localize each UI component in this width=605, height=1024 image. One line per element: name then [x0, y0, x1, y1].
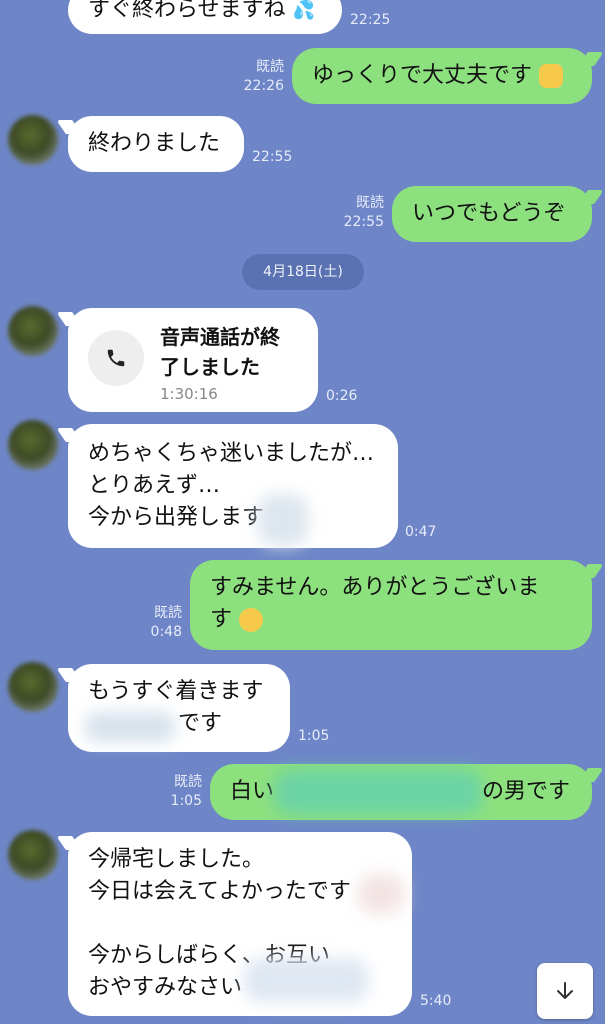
message-bubble-outgoing[interactable]: いつでもどうぞ: [392, 186, 592, 242]
read-receipt: 既読 22:55: [343, 195, 384, 230]
read-receipt: 既読 22:26: [243, 59, 284, 94]
message-bubble-incoming[interactable]: もうすぐ着きます です: [68, 664, 290, 752]
read-receipt: 既読 1:05: [170, 774, 202, 809]
call-title: 音声通話が終 了しました: [160, 325, 280, 379]
redacted-blur: [358, 874, 404, 914]
message-bubble-incoming[interactable]: すぐ終わらせますね 💦: [68, 0, 342, 34]
message-bubble-outgoing[interactable]: すみません。ありがとうございま す: [190, 560, 592, 650]
read-receipt: 既読 0:48: [150, 605, 182, 640]
redacted-blur: [84, 712, 176, 742]
message-text: いつでもどうぞ: [412, 201, 566, 226]
message-bubble-outgoing[interactable]: 白い の男です: [210, 764, 592, 820]
message-text: 終わりました: [88, 131, 221, 156]
message-text: すみません。ありがとうございま: [210, 575, 540, 600]
phone-icon: [88, 330, 144, 386]
ok-hand-emoji: [539, 64, 564, 88]
message-text: 白い: [230, 779, 275, 804]
date-separator: 4月18日(土): [242, 254, 364, 290]
scroll-to-bottom-button[interactable]: [537, 963, 593, 1019]
redacted-blur: [274, 770, 482, 814]
message-text: 今日は会えてよかったです: [88, 879, 351, 904]
message-bubble-incoming[interactable]: めちゃくちゃ迷いましたが… とりあえず… 今から出発します: [68, 424, 398, 548]
arrow-down-icon: [557, 982, 573, 999]
message-text: とりあえず…: [88, 473, 221, 498]
message-time: 22:55: [252, 149, 293, 165]
avatar[interactable]: [8, 115, 58, 165]
message-text: の男です: [482, 779, 571, 804]
message-time: 0:26: [326, 388, 358, 404]
call-bubble[interactable]: 音声通話が終 了しました 1:30:16: [68, 308, 318, 412]
pleading-face-emoji: [239, 608, 264, 632]
message-bubble-incoming[interactable]: 終わりました: [68, 116, 244, 172]
message-time: 5:40: [420, 993, 452, 1009]
redacted-blur: [258, 494, 308, 546]
call-duration: 1:30:16: [160, 385, 218, 403]
avatar[interactable]: [8, 830, 58, 880]
avatar[interactable]: [8, 420, 58, 470]
message-time: 1:05: [298, 728, 330, 744]
message-text: もうすぐ着きます: [88, 679, 264, 704]
message-text: [88, 908, 392, 940]
sweat-drops-emoji: 💦: [292, 0, 315, 21]
redacted-blur: [244, 958, 368, 1002]
message-text: めちゃくちゃ迷いましたが…: [88, 441, 375, 466]
message-text: 今から出発します: [88, 505, 265, 530]
message-time: 22:25: [350, 12, 391, 28]
avatar[interactable]: [8, 662, 58, 712]
message-text: す: [210, 604, 572, 636]
message-time: 0:47: [405, 524, 437, 540]
message-text: すぐ終わらせますね: [88, 0, 286, 22]
avatar[interactable]: [8, 306, 58, 356]
message-text: ゆっくりで大丈夫です: [312, 63, 533, 88]
message-bubble-outgoing[interactable]: ゆっくりで大丈夫です: [292, 48, 592, 104]
message-bubble-incoming[interactable]: 今帰宅しました。 今日は会えてよかったです 今からしばらく、お互い おやすみなさ…: [68, 832, 412, 1016]
message-text: 今帰宅しました。: [88, 847, 265, 872]
